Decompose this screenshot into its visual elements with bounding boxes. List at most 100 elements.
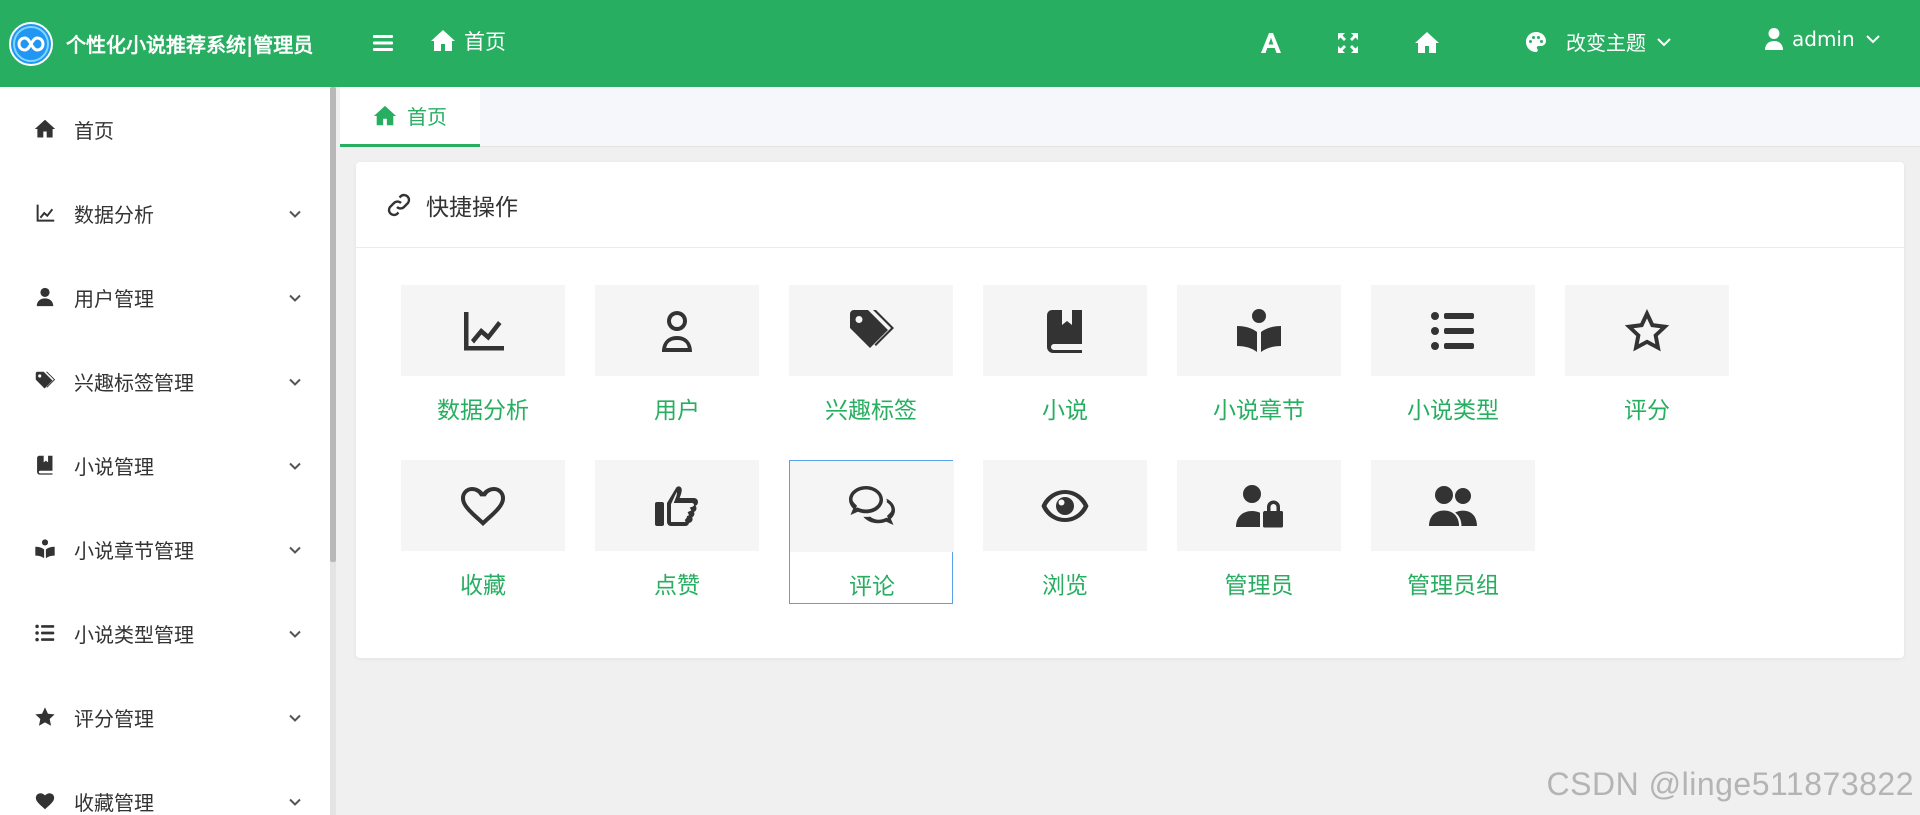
quick-action-11[interactable]: 浏览	[983, 460, 1147, 604]
user-icon	[34, 286, 56, 308]
header-home-label: 首页	[464, 30, 506, 54]
quick-action-8[interactable]: 收藏	[401, 460, 565, 604]
chart-line-icon	[34, 202, 56, 224]
sidebar-item-9[interactable]: 收藏管理	[0, 759, 336, 815]
list-icon	[1371, 285, 1535, 376]
tab-bar: 首页	[340, 87, 1920, 147]
quick-action-1[interactable]: 数据分析	[401, 285, 565, 429]
eye-icon	[983, 460, 1147, 551]
quick-action-label: 浏览	[1042, 573, 1088, 599]
sidebar-item-label: 用户管理	[74, 286, 154, 311]
chevron-down-icon	[288, 542, 302, 556]
quick-action-12[interactable]: 管理员	[1177, 460, 1341, 604]
book-reader-icon	[1177, 285, 1341, 376]
user-lock-icon	[1177, 460, 1341, 551]
tab-label: 首页	[407, 105, 447, 129]
quick-action-5[interactable]: 小说章节	[1177, 285, 1341, 429]
sidebar-item-label: 小说类型管理	[74, 622, 194, 647]
chevron-down-icon	[288, 794, 302, 808]
tab-home[interactable]: 首页	[340, 87, 480, 147]
quick-action-label: 点赞	[654, 573, 700, 599]
quick-actions-card: 快捷操作 数据分析 用户 兴趣标签 小说 小说章节 小说类型 评分收藏 点赞 评论 浏览 管理员 管理…	[356, 162, 1904, 658]
quick-action-label: 小说类型	[1407, 398, 1499, 424]
user-name: admin	[1792, 27, 1855, 51]
sidebar-item-label: 小说章节管理	[74, 538, 194, 563]
home-icon	[34, 118, 56, 140]
quick-action-label: 小说章节	[1213, 398, 1305, 424]
sidebar-item-7[interactable]: 小说类型管理	[0, 591, 336, 675]
quick-action-label: 小说	[1042, 398, 1088, 424]
sidebar-item-3[interactable]: 用户管理	[0, 255, 336, 339]
chevron-down-icon	[288, 290, 302, 304]
card-header: 快捷操作	[356, 162, 1904, 248]
quick-action-2[interactable]: 用户	[595, 285, 759, 429]
comments-icon	[790, 461, 954, 552]
sidebar-item-label: 兴趣标签管理	[74, 370, 194, 395]
header-home-link[interactable]: 首页	[430, 26, 506, 56]
user-menu[interactable]: admin	[1764, 27, 1881, 51]
home-icon	[373, 105, 397, 125]
heart-outline-icon	[401, 460, 565, 551]
tags-icon	[34, 370, 56, 392]
quick-action-9[interactable]: 点赞	[595, 460, 759, 604]
quick-action-label: 收藏	[460, 573, 506, 599]
home-icon[interactable]	[1412, 28, 1442, 58]
quick-action-13[interactable]: 管理员组	[1371, 460, 1535, 604]
heart-icon	[34, 790, 56, 812]
book-reader-icon	[34, 538, 56, 560]
theme-switcher[interactable]: 改变主题	[1524, 27, 1672, 56]
font-size-icon[interactable]	[1256, 28, 1286, 58]
sidebar-scrollbar-thumb[interactable]	[330, 87, 336, 562]
quick-action-6[interactable]: 小说类型	[1371, 285, 1535, 429]
chart-line-icon	[401, 285, 565, 376]
quick-action-label: 评分	[1624, 398, 1670, 424]
sidebar: 个性化小说推荐系统|管理员 首页数据分析用户管理兴趣标签管理 小说管理小说章节管理…	[0, 0, 336, 815]
quick-action-10[interactable]: 评论	[789, 460, 954, 604]
sidebar-item-5[interactable]: 小说管理	[0, 423, 336, 507]
quick-action-4[interactable]: 小说	[983, 285, 1147, 429]
chevron-down-icon	[288, 206, 302, 220]
sidebar-item-label: 数据分析	[74, 202, 154, 227]
logo-icon	[9, 21, 53, 66]
chevron-down-icon	[288, 374, 302, 388]
chevron-down-icon	[288, 458, 302, 472]
quick-action-label: 管理员	[1224, 573, 1294, 599]
star-icon	[34, 706, 56, 728]
link-icon	[387, 193, 411, 216]
menu-toggle-icon[interactable]	[370, 30, 396, 56]
quick-action-7[interactable]: 评分	[1565, 285, 1729, 429]
quick-action-3[interactable]: 兴趣标签	[789, 285, 953, 429]
users-icon	[1371, 460, 1535, 551]
palette-icon	[1526, 31, 1546, 52]
card-title: 快捷操作	[426, 194, 518, 221]
sidebar-item-4[interactable]: 兴趣标签管理	[0, 339, 336, 423]
user-icon	[1765, 28, 1783, 50]
watermark: CSDN @linge511873822	[1546, 766, 1914, 802]
quick-action-label: 管理员组	[1407, 573, 1499, 599]
sidebar-item-label: 收藏管理	[74, 790, 154, 815]
sidebar-item-label: 评分管理	[74, 706, 154, 731]
chevron-down-icon	[1865, 31, 1881, 47]
sidebar-item-label: 小说管理	[74, 454, 154, 479]
sidebar-item-1[interactable]: 首页	[0, 87, 336, 171]
chevron-down-icon	[288, 710, 302, 724]
app-title: 个性化小说推荐系统|管理员	[66, 33, 314, 57]
sidebar-item-8[interactable]: 评分管理	[0, 675, 336, 759]
thumbs-up-icon	[595, 460, 759, 551]
quick-action-label: 兴趣标签	[825, 398, 917, 424]
chevron-down-icon	[1656, 34, 1672, 50]
top-header: 首页 改变主题 admin	[336, 0, 1920, 87]
quick-action-label: 用户	[654, 398, 700, 424]
star-outline-icon	[1565, 285, 1729, 376]
list-icon	[34, 622, 56, 644]
chevron-down-icon	[288, 626, 302, 640]
sidebar-item-2[interactable]: 数据分析	[0, 171, 336, 255]
theme-label: 改变主题	[1566, 31, 1646, 55]
fullscreen-icon[interactable]	[1333, 28, 1363, 58]
quick-action-label: 评论	[849, 574, 895, 600]
user-outline-icon	[595, 285, 759, 376]
book-icon	[34, 454, 56, 476]
sidebar-item-6[interactable]: 小说章节管理	[0, 507, 336, 591]
sidebar-menu: 首页数据分析用户管理兴趣标签管理 小说管理小说章节管理 小说类型管理 评分管理收藏管理	[0, 87, 336, 815]
sidebar-item-label: 首页	[74, 118, 114, 143]
